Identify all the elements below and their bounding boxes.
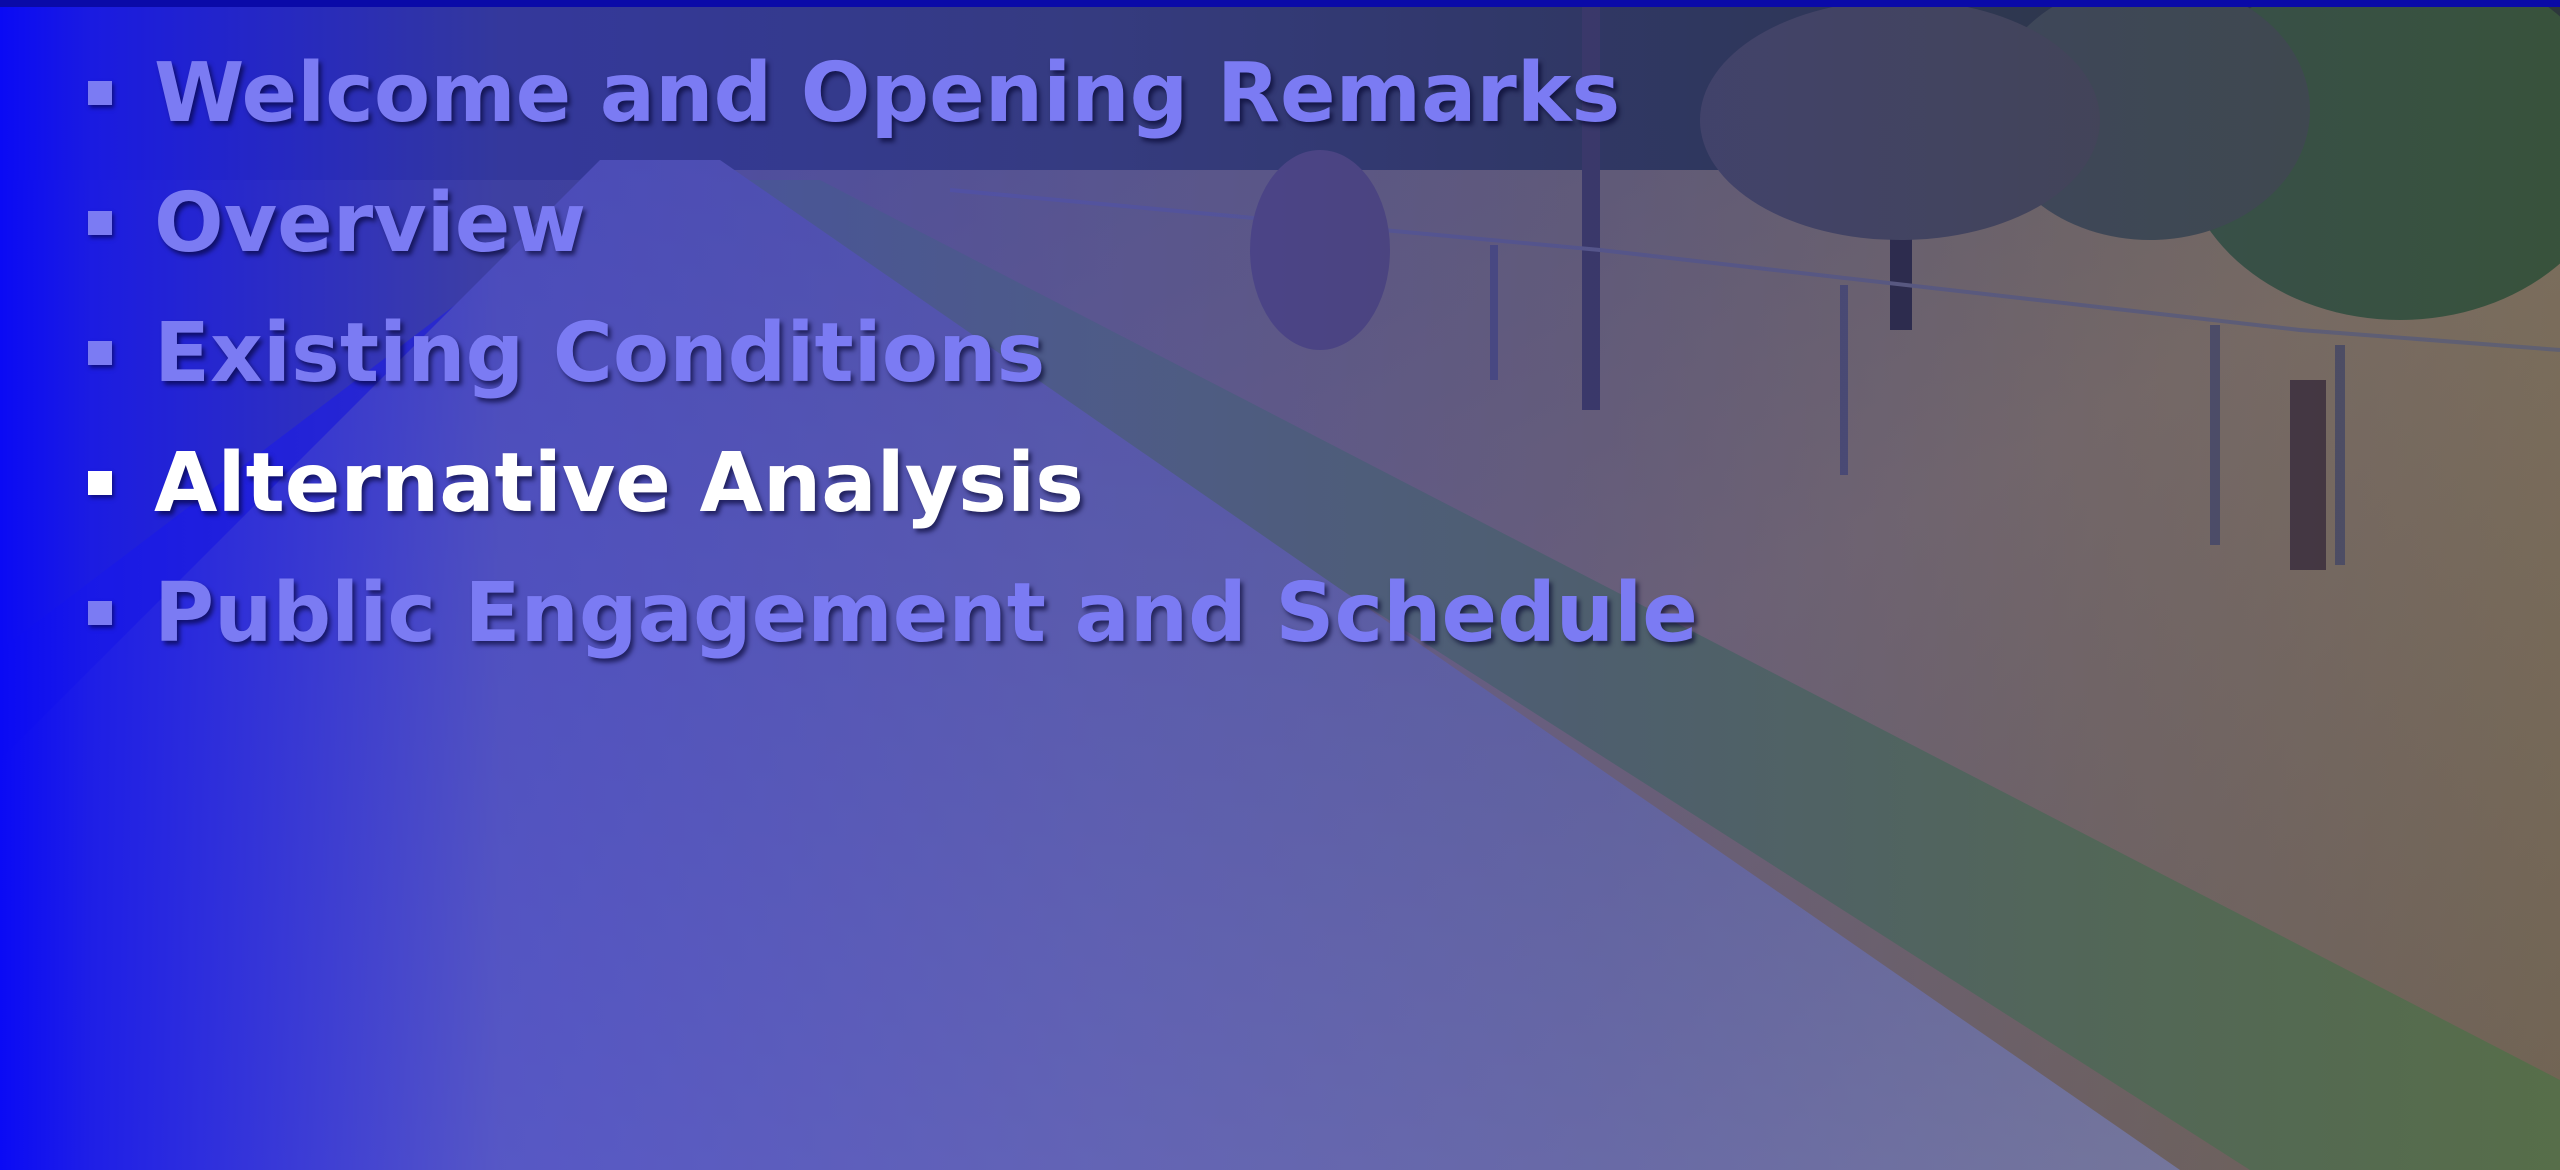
square-bullet-icon [88,211,112,235]
agenda-item-alternative-analysis: Alternative Analysis [88,418,1698,548]
agenda-item-welcome: Welcome and Opening Remarks [88,28,1698,158]
agenda-item-label: Alternative Analysis [154,435,1084,531]
agenda-item-label: Welcome and Opening Remarks [154,45,1621,141]
agenda-list: Welcome and Opening Remarks Overview Exi… [88,28,1698,678]
agenda-item-public-engagement: Public Engagement and Schedule [88,548,1698,678]
square-bullet-icon [88,471,112,495]
square-bullet-icon [88,81,112,105]
agenda-item-label: Overview [154,175,587,271]
top-accent-bar [0,0,2560,7]
square-bullet-icon [88,601,112,625]
agenda-item-existing-conditions: Existing Conditions [88,288,1698,418]
slide: Welcome and Opening Remarks Overview Exi… [0,0,2560,1170]
agenda-item-overview: Overview [88,158,1698,288]
agenda-item-label: Public Engagement and Schedule [154,565,1698,661]
agenda-item-label: Existing Conditions [154,305,1046,401]
square-bullet-icon [88,341,112,365]
